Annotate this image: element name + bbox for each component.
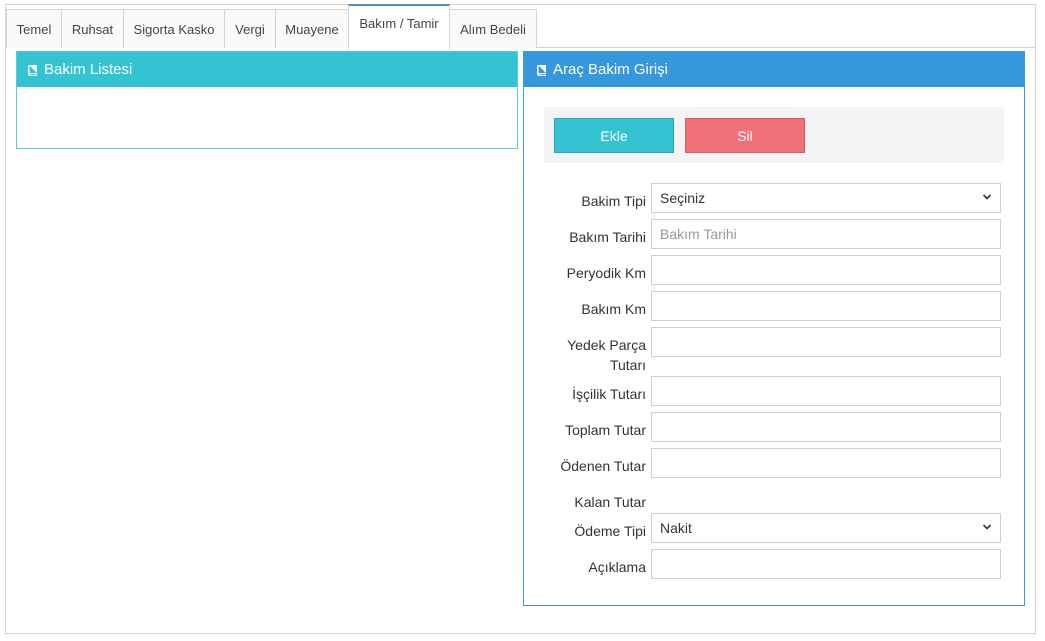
tab-vergi[interactable]: Vergi [224,9,276,48]
odeme-tipi-select[interactable]: Nakit [651,513,1001,543]
bakim-tarihi-input[interactable]: Bakım Tarihi [651,219,1001,249]
tab-temel[interactable]: Temel [6,9,62,48]
maintenance-entry-title: Araç Bakim Girişi [553,61,669,78]
maintenance-list-title: Bakim Listesi [44,61,133,78]
odeme-tipi-label: Ödeme Tipi [574,523,646,539]
yedek-parca-label-line2: Tutarı [609,357,646,373]
tab-sigorta-kasko[interactable]: Sigorta Kasko [123,9,225,48]
bakim-tarihi-placeholder: Bakım Tarihi [660,226,737,242]
tab-container: Temel Ruhsat Sigorta Kasko Vergi Muayene… [5,4,1036,634]
aciklama-label: Açıklama [588,559,646,575]
yedek-parca-label-line1: Yedek Parça [567,337,646,353]
odenen-label: Ödenen Tutar [560,458,646,474]
toplam-label: Toplam Tutar [565,422,646,438]
chevron-down-icon [982,194,992,200]
tab-bakim-tamir[interactable]: Bakım / Tamir [348,4,450,49]
odenen-input[interactable] [651,448,1001,478]
maintenance-list-header: Bakim Listesi [17,52,517,87]
book-icon [537,64,546,76]
maintenance-entry-panel: Araç Bakim Girişi Ekle Sil Bakim Tipi Se… [523,51,1025,606]
maintenance-list-panel: Bakim Listesi [16,51,518,149]
kalan-label: Kalan Tutar [574,494,646,510]
bakim-tarihi-label: Bakım Tarihi [569,229,646,245]
aciklama-input[interactable] [651,549,1001,579]
tab-bar: Temel Ruhsat Sigorta Kasko Vergi Muayene… [6,4,1035,49]
odeme-tipi-value: Nakit [660,520,692,536]
bakim-tipi-select[interactable]: Seçiniz [651,183,1001,213]
iscilik-label: İşçilik Tutarı [572,386,646,402]
yedek-parca-label: Yedek Parça Tutarı [567,335,646,375]
tab-alim-bedeli[interactable]: Alım Bedeli [449,9,537,48]
peryodik-km-label: Peryodik Km [566,265,646,281]
form-toolbar: Ekle Sil [544,107,1004,163]
delete-button[interactable]: Sil [685,118,805,153]
yedek-parca-input[interactable] [651,327,1001,357]
peryodik-km-input[interactable] [651,255,1001,285]
bakim-tipi-value: Seçiniz [660,190,706,206]
tab-ruhsat[interactable]: Ruhsat [61,9,124,48]
iscilik-input[interactable] [651,376,1001,406]
bakim-km-label: Bakım Km [581,301,646,317]
toplam-input[interactable] [651,412,1001,442]
bakim-tipi-label: Bakim Tipi [581,193,646,209]
bakim-km-input[interactable] [651,291,1001,321]
book-icon [28,64,37,76]
maintenance-entry-header: Araç Bakim Girişi [524,52,1024,87]
tab-muayene[interactable]: Muayene [275,9,349,48]
chevron-down-icon [982,524,992,530]
add-button[interactable]: Ekle [554,118,674,153]
